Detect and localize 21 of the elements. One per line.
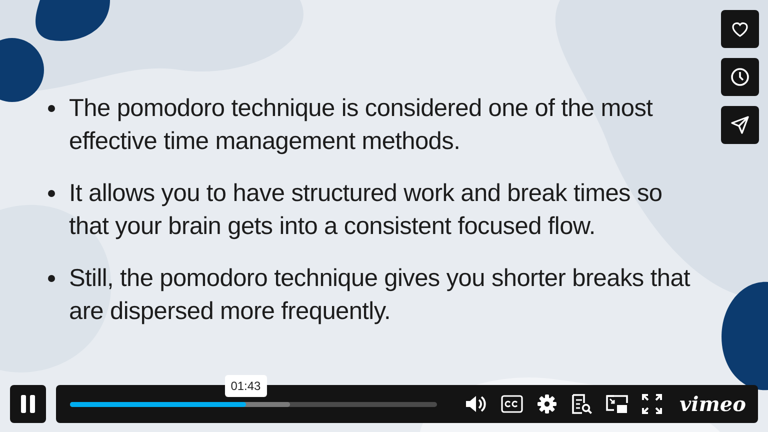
- send-icon: [730, 115, 750, 135]
- pause-button[interactable]: [10, 385, 46, 423]
- bullet-text: The pomodoro technique is considered one of the most effective time management methods.: [69, 94, 654, 157]
- clock-icon: [730, 67, 750, 87]
- bullet-icon: [48, 105, 55, 112]
- vimeo-logo[interactable]: vimeo: [680, 394, 746, 414]
- settings-icon[interactable]: [536, 394, 557, 414]
- share-button[interactable]: [721, 106, 759, 144]
- bullet-text: It allows you to have structured work and break times so that your brain gets into a consistent focused flow.: [69, 179, 664, 242]
- volume-icon[interactable]: [464, 394, 487, 414]
- later-button[interactable]: [721, 58, 759, 96]
- progress-fill[interactable]: [70, 402, 246, 406]
- like-button[interactable]: [721, 10, 759, 48]
- fullscreen-icon[interactable]: [642, 394, 662, 414]
- pause-icon: [20, 394, 36, 414]
- picture-in-picture-icon[interactable]: [606, 394, 628, 414]
- bullet-icon: [48, 190, 55, 197]
- time-tooltip: 01:43: [224, 374, 267, 396]
- transcript-icon[interactable]: [570, 394, 592, 414]
- captions-icon[interactable]: [500, 395, 523, 413]
- bullet-text: Still, the pomodoro technique gives you shorter breaks that are dispersed more frequently.: [69, 264, 692, 327]
